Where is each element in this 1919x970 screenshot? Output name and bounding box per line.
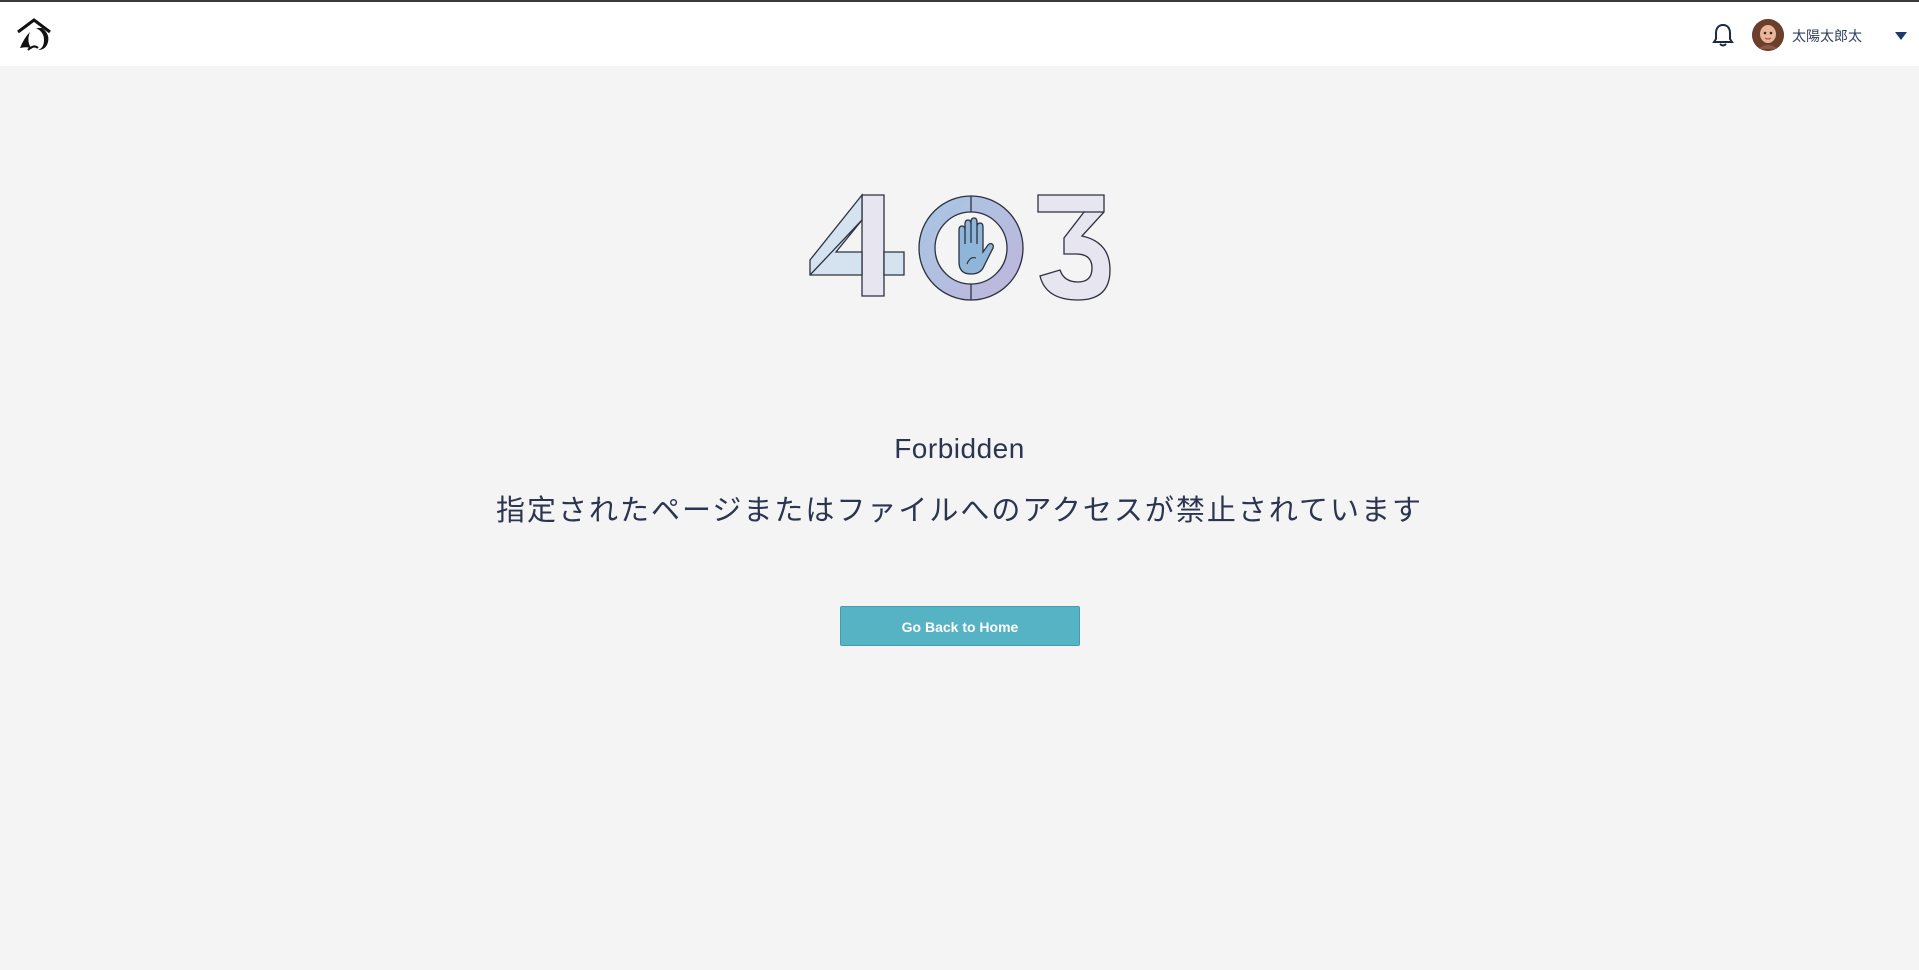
- bell-icon[interactable]: [1711, 22, 1735, 48]
- user-name[interactable]: 太陽太郎太: [1792, 26, 1862, 46]
- go-back-home-button[interactable]: Go Back to Home: [840, 606, 1080, 646]
- house-logo-icon[interactable]: [16, 18, 54, 52]
- caret-down-icon[interactable]: [1895, 32, 1907, 40]
- user-avatar[interactable]: [1752, 19, 1784, 51]
- error-title: Forbidden: [894, 433, 1025, 464]
- top-navbar: 太陽太郎太: [0, 2, 1919, 66]
- 403-stop-hand-illustration: [806, 190, 1112, 308]
- error-message: 指定されたページまたはファイルへのアクセスが禁止されています: [495, 495, 1424, 527]
